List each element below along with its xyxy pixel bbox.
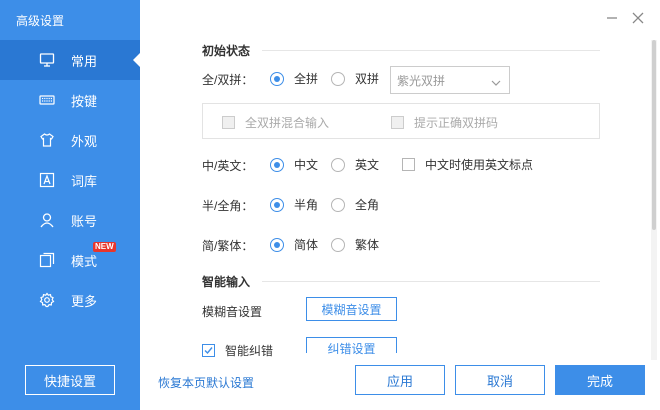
sidebar-item-label: 账号 <box>71 213 98 229</box>
section-title-initial-state: 初始状态 <box>202 44 251 58</box>
pinyin-label: 全/双拼： <box>202 73 254 87</box>
correction-settings-button[interactable]: 纠错设置 <box>306 337 397 356</box>
sidebar-item-label: 常用 <box>71 53 98 69</box>
radio-label: 双拼 <box>355 72 380 86</box>
radio-label: 中文 <box>294 158 319 172</box>
checkbox-label: 提示正确双拼码 <box>414 116 499 130</box>
sidebar-item-label: 词库 <box>71 173 98 189</box>
close-icon[interactable] <box>630 10 646 26</box>
radio-chinese[interactable]: 中文 <box>270 156 318 173</box>
sidebar-item-label: 模式 <box>71 253 98 269</box>
radio-full-width[interactable]: 全角 <box>331 196 379 213</box>
sidebar-item-more[interactable]: 更多 <box>0 280 140 320</box>
checkbox-label: 全双拼混合输入 <box>245 116 330 130</box>
double-pinyin-scheme-select[interactable]: 紫光双拼 <box>390 66 510 94</box>
chevron-down-icon <box>491 76 501 90</box>
user-icon <box>39 212 55 228</box>
sidebar-item-mode[interactable]: 模式 NEW <box>0 240 140 280</box>
radio-dot <box>270 197 284 212</box>
radio-label: 全拼 <box>294 72 319 86</box>
checkbox-smart-correction[interactable]: 智能纠错 <box>202 342 273 359</box>
checkbox-label: 智能纠错 <box>225 344 274 358</box>
radio-label: 半角 <box>294 198 319 212</box>
check-icon <box>204 347 213 355</box>
keyboard-icon <box>39 92 55 108</box>
radio-dot <box>331 237 345 252</box>
scrollbar-thumb[interactable] <box>652 40 656 230</box>
radio-label: 简体 <box>294 238 319 252</box>
sidebar-item-keys[interactable]: 按键 <box>0 80 140 120</box>
window-title: 高级设置 <box>16 14 65 28</box>
radio-label: 英文 <box>355 158 380 172</box>
radio-full-pinyin[interactable]: 全拼 <box>270 70 318 87</box>
checkbox-box <box>402 158 415 171</box>
fuzzy-label: 模糊音设置 <box>202 305 263 319</box>
dictionary-icon <box>39 172 55 188</box>
radio-simplified[interactable]: 简体 <box>270 236 318 253</box>
shirt-icon <box>39 132 55 148</box>
checkbox-box <box>391 116 404 129</box>
fuzzy-settings-button[interactable]: 模糊音设置 <box>306 297 397 321</box>
script-label: 简/繁体： <box>202 239 254 253</box>
radio-label: 繁体 <box>355 238 380 252</box>
radio-traditional[interactable]: 繁体 <box>331 236 379 253</box>
checkbox-hint-code[interactable]: 提示正确双拼码 <box>391 114 498 131</box>
done-button[interactable]: 完成 <box>555 365 645 395</box>
gear-icon <box>39 292 55 308</box>
radio-dot <box>331 71 345 86</box>
sidebar-item-general[interactable]: 常用 <box>0 40 140 80</box>
checkbox-box <box>202 344 215 357</box>
sidebar-nav: 常用 按键 外观 词库 账号 模式 NEW 更多 <box>0 40 140 320</box>
lang-label: 中/英文： <box>202 159 254 173</box>
minimize-icon[interactable] <box>604 10 620 26</box>
sidebar-item-label: 按键 <box>71 93 98 109</box>
restore-defaults-link[interactable]: 恢复本页默认设置 <box>158 374 254 391</box>
width-label: 半/全角： <box>202 199 254 213</box>
checkbox-english-punct[interactable]: 中文时使用英文标点 <box>402 156 533 173</box>
radio-english[interactable]: 英文 <box>331 156 379 173</box>
radio-label: 全角 <box>355 198 380 212</box>
new-badge: NEW <box>93 242 116 252</box>
checkbox-mixed-input[interactable]: 全双拼混合输入 <box>222 114 329 131</box>
sidebar: 高级设置 常用 按键 外观 词库 账号 模式 NEW 更多 快捷设置 <box>0 0 140 410</box>
sidebar-item-account[interactable]: 账号 <box>0 200 140 240</box>
quick-settings-button[interactable]: 快捷设置 <box>25 365 115 395</box>
select-value: 紫光双拼 <box>397 73 446 88</box>
sidebar-item-dictionary[interactable]: 词库 <box>0 160 140 200</box>
section-divider <box>262 281 600 282</box>
sidebar-item-label: 外观 <box>71 133 98 149</box>
sidebar-item-appearance[interactable]: 外观 <box>0 120 140 160</box>
radio-dot <box>270 157 284 172</box>
radio-dot <box>270 71 284 86</box>
monitor-icon <box>39 52 55 68</box>
radio-dot <box>270 237 284 252</box>
sidebar-item-label: 更多 <box>71 293 98 309</box>
checkbox-box <box>222 116 235 129</box>
mode-icon <box>39 252 55 268</box>
radio-double-pinyin[interactable]: 双拼 <box>331 70 379 87</box>
cancel-button[interactable]: 取消 <box>455 365 545 395</box>
checkbox-label: 中文时使用英文标点 <box>425 158 534 172</box>
radio-half-width[interactable]: 半角 <box>270 196 318 213</box>
radio-dot <box>331 197 345 212</box>
apply-button[interactable]: 应用 <box>355 365 445 395</box>
section-title-smart-input: 智能输入 <box>202 275 251 289</box>
radio-dot <box>331 157 345 172</box>
section-divider <box>262 50 600 51</box>
